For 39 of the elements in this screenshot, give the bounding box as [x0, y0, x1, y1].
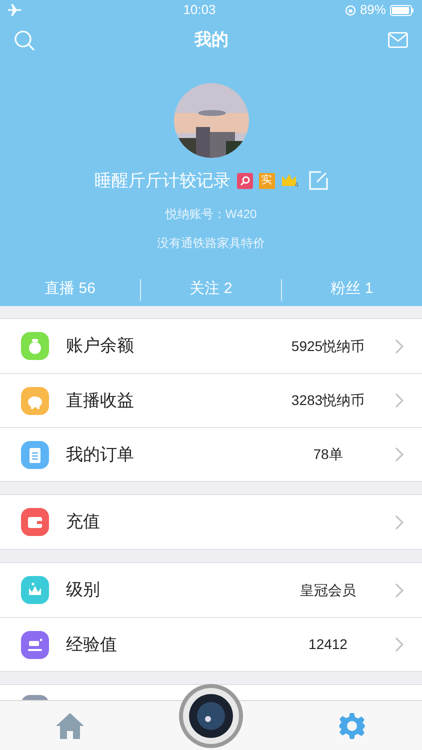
row-label: 充值 — [66, 511, 100, 534]
chevron-icon — [395, 514, 404, 530]
menu-row[interactable]: 直播收益 3283悦纳币 — [0, 373, 422, 427]
chevron-icon — [395, 637, 404, 652]
battery-icon — [390, 4, 414, 16]
user-name: 睡醒斤斤计较记录 — [94, 170, 230, 192]
verified-badge: 实 — [258, 172, 274, 189]
settings-icon[interactable] — [338, 712, 366, 740]
row-value: 12412 — [308, 635, 348, 654]
chevron-icon — [395, 393, 404, 408]
row-label: 我的订单 — [66, 444, 134, 466]
home-icon[interactable] — [55, 712, 86, 740]
battery-percent: 89% — [360, 1, 386, 20]
menu-row[interactable]: 账户余额 5925悦纳币 — [0, 319, 422, 373]
search-icon[interactable] — [14, 30, 35, 50]
status-time: 10:03 — [183, 1, 216, 20]
menu-row[interactable]: 充值 — [0, 495, 422, 549]
row-label: 经验值 — [66, 634, 117, 656]
chevron-icon — [395, 338, 404, 354]
camera-button[interactable] — [178, 682, 244, 748]
row-label: 级别 — [66, 579, 100, 602]
chevron-icon — [395, 582, 404, 598]
menu-row[interactable]: 级别 皇冠会员 — [0, 563, 422, 617]
menu-row[interactable]: 经验值 12412 — [0, 617, 422, 671]
page-title: 我的 — [194, 29, 228, 52]
row-value: 皇冠会员 — [299, 580, 357, 600]
row-value: 3283悦纳币 — [290, 391, 366, 410]
row-value: 78单 — [312, 445, 344, 464]
menu-row[interactable]: 我的订单 78单 — [0, 427, 422, 481]
rotation-lock-icon — [344, 4, 356, 16]
row-value: 5925悦纳币 — [290, 336, 366, 356]
mail-icon[interactable] — [388, 32, 408, 48]
row-label: 账户余额 — [66, 335, 134, 358]
edit-icon[interactable] — [308, 171, 328, 190]
row-label: 直播收益 — [66, 390, 134, 412]
chevron-icon — [395, 447, 404, 462]
airplane-icon — [8, 4, 22, 16]
account-id: 悦纳账号：W420 — [165, 206, 257, 222]
bio: 没有通铁路家具特价 — [157, 234, 265, 252]
